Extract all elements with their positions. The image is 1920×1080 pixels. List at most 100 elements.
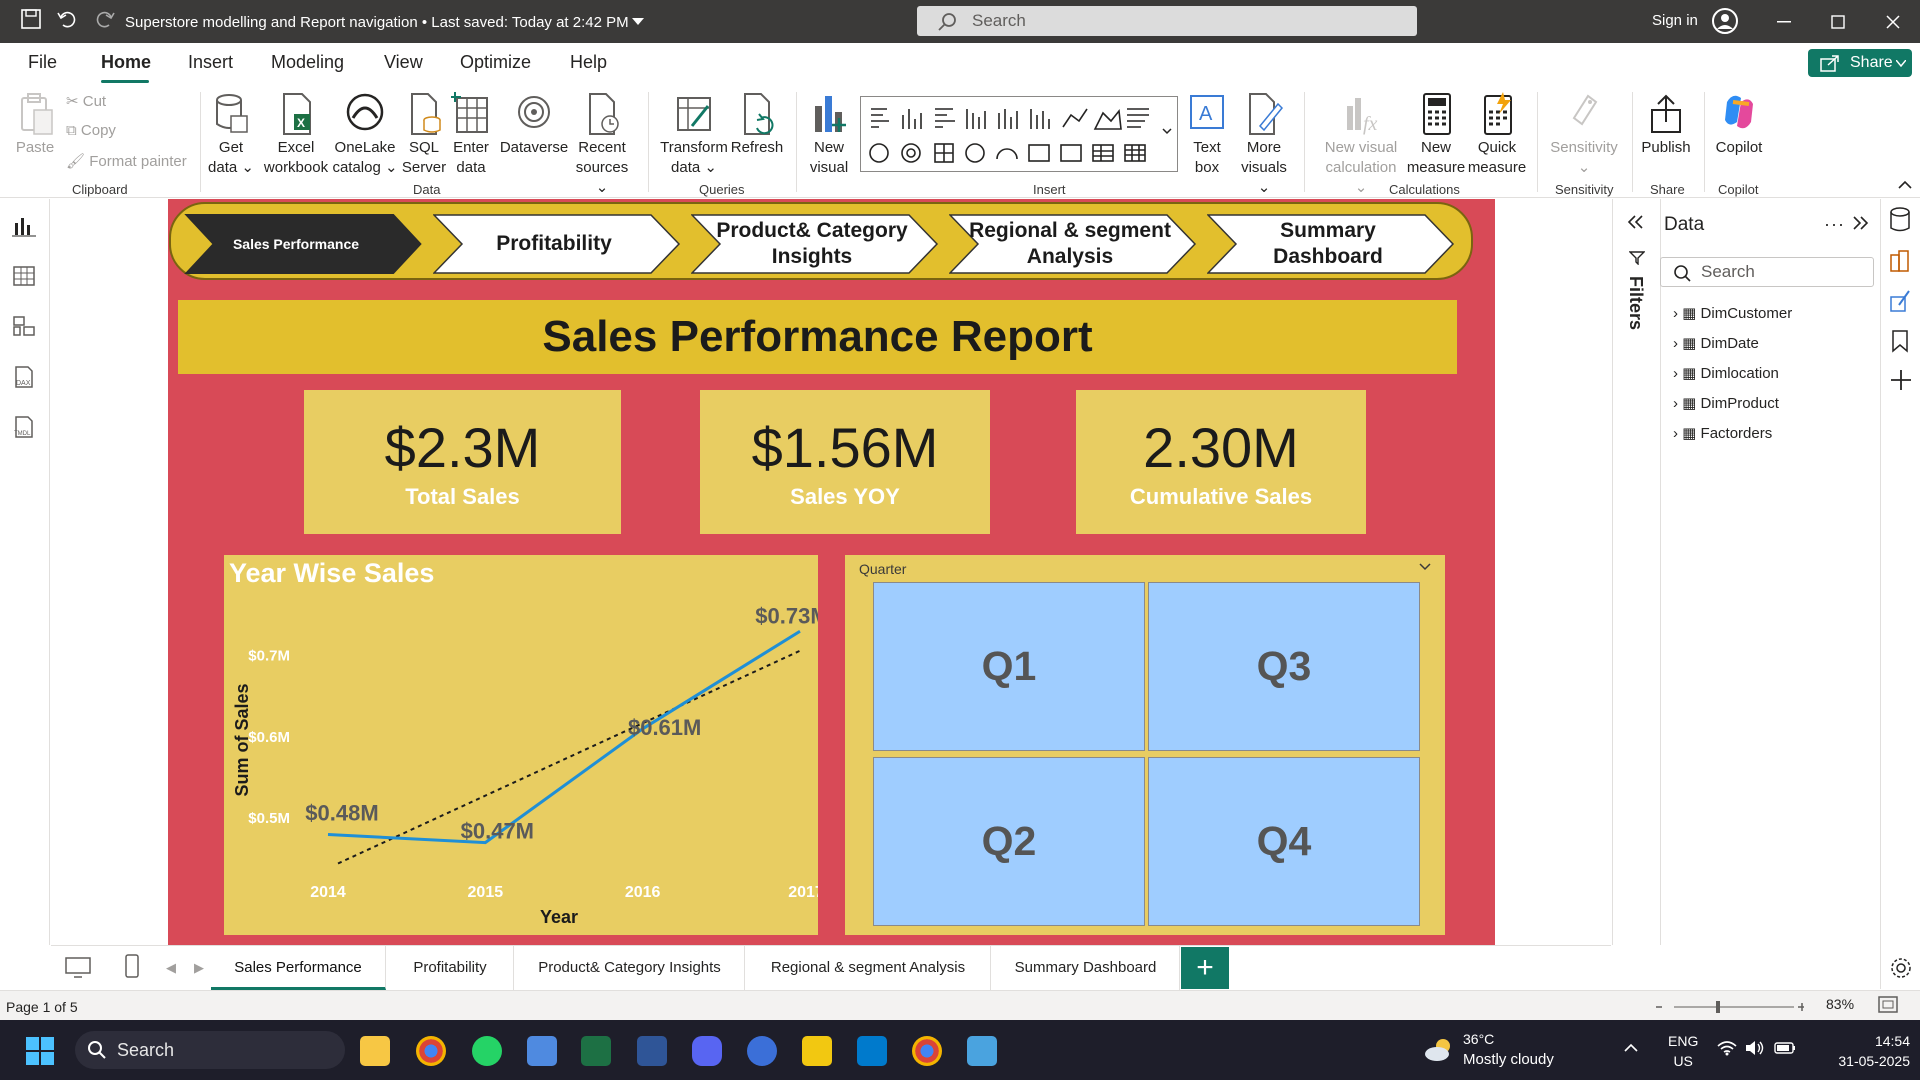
copy-button[interactable]: ⧉ Copy — [66, 122, 116, 139]
discord-icon[interactable] — [692, 1036, 722, 1066]
cut-button[interactable]: ✂ Cut — [66, 92, 106, 110]
kpi-card-cumulative-sales[interactable]: 2.30M Cumulative Sales — [1076, 390, 1366, 534]
refresh-button[interactable]: Refresh — [730, 92, 784, 158]
new-visual-button[interactable]: New visual — [804, 92, 854, 178]
fit-to-page-icon[interactable] — [1878, 996, 1898, 1014]
clock[interactable]: 14:54 31-05-2025 — [1810, 1031, 1910, 1071]
app-icon[interactable] — [527, 1036, 557, 1066]
report-title-box[interactable]: Sales Performance Report — [178, 300, 1457, 374]
new-measure-button[interactable]: New measure — [1406, 92, 1466, 178]
app-icon[interactable] — [747, 1036, 777, 1066]
menu-view[interactable]: View — [384, 52, 423, 73]
tmdl-view-icon[interactable]: TMDL — [12, 415, 36, 439]
table-item-dimlocation[interactable]: › ▦ Dimlocation — [1673, 364, 1779, 382]
add-icon[interactable] — [1890, 369, 1912, 391]
page-tab-summary-dashboard[interactable]: Summary Dashboard — [992, 946, 1180, 990]
menu-optimize[interactable]: Optimize — [460, 52, 531, 73]
whatsapp-icon[interactable] — [472, 1036, 502, 1066]
maximize-icon[interactable] — [1831, 15, 1845, 29]
format-pane-icon[interactable] — [1889, 289, 1911, 313]
scroll-right-icon[interactable]: ▶ — [194, 960, 204, 976]
share-button[interactable]: Share — [1808, 49, 1912, 77]
weather-description[interactable]: Mostly cloudy — [1463, 1051, 1554, 1068]
copilot-button[interactable]: Copilot — [1712, 92, 1766, 158]
line-chart[interactable]: $0.5M $0.6M $0.7M 2014 2015 2016 2017 Year Sum o… — [224, 555, 818, 935]
data-search-input[interactable]: Search — [1660, 257, 1874, 287]
data-pane-icon[interactable] — [1889, 207, 1911, 233]
model-view-icon[interactable] — [12, 315, 36, 337]
enter-data-button[interactable]: Enter data — [448, 92, 494, 178]
menu-help[interactable]: Help — [570, 52, 607, 73]
vscode-icon[interactable] — [857, 1036, 887, 1066]
battery-icon[interactable] — [1774, 1042, 1796, 1054]
wifi-icon[interactable] — [1717, 1040, 1737, 1056]
kpi-card-sales-yoy[interactable]: $1.56M Sales YOY — [700, 390, 990, 534]
page-tab-product-category[interactable]: Product& Category Insights — [515, 946, 745, 990]
table-item-dimcustomer[interactable]: › ▦ DimCustomer — [1673, 304, 1792, 322]
zoom-slider[interactable] — [1654, 1000, 1804, 1014]
redo-icon[interactable] — [94, 8, 116, 30]
visualizations-pane-icon[interactable] — [1889, 249, 1911, 273]
file-explorer-icon[interactable] — [360, 1036, 390, 1066]
slicer-tile-q3[interactable]: Q3 — [1148, 582, 1420, 751]
app-icon[interactable] — [637, 1036, 667, 1066]
minimize-icon[interactable] — [1777, 21, 1791, 23]
search-box[interactable]: Search — [917, 6, 1417, 36]
slicer-tile-q4[interactable]: Q4 — [1148, 757, 1420, 926]
table-item-dimproduct[interactable]: › ▦ DimProduct — [1673, 394, 1779, 412]
table-item-factorders[interactable]: › ▦ Factorders — [1673, 424, 1772, 442]
table-view-icon[interactable] — [12, 265, 36, 287]
collapse-data-pane-icon[interactable] — [1852, 216, 1870, 230]
close-icon[interactable] — [1886, 15, 1900, 29]
more-options-icon[interactable]: ··· — [1824, 214, 1845, 235]
chevron-down-icon[interactable] — [1419, 563, 1431, 571]
visuals-gallery[interactable] — [860, 96, 1178, 172]
desktop-layout-icon[interactable] — [64, 956, 92, 978]
bookmark-icon[interactable] — [1891, 329, 1909, 353]
recent-sources-button[interactable]: Recent sources ⌄ — [568, 92, 636, 198]
taskbar-search[interactable]: Search — [75, 1031, 345, 1069]
dax-query-view-icon[interactable]: DAX — [12, 365, 36, 389]
report-view-icon[interactable] — [12, 215, 36, 237]
account-icon[interactable] — [1712, 8, 1738, 34]
chart-type-icons[interactable] — [861, 97, 1177, 171]
more-visuals-button[interactable]: More visuals ⌄ — [1234, 92, 1294, 198]
language-indicator[interactable]: ENG US — [1668, 1031, 1698, 1071]
menu-file[interactable]: File — [28, 52, 57, 73]
windows-start-icon[interactable] — [26, 1037, 54, 1065]
excel-workbook-button[interactable]: X Excel workbook — [260, 92, 332, 178]
chevron-up-icon[interactable] — [1624, 1043, 1638, 1053]
text-box-button[interactable]: A Text box — [1184, 92, 1230, 178]
page-tab-regional-segment[interactable]: Regional & segment Analysis — [746, 946, 991, 990]
settings-icon[interactable] — [1890, 957, 1912, 979]
table-item-dimdate[interactable]: › ▦ DimDate — [1673, 334, 1759, 352]
page-tab-sales-performance[interactable]: Sales Performance — [211, 946, 386, 990]
collapse-ribbon-icon[interactable] — [1898, 180, 1912, 190]
paste-button[interactable]: Paste — [12, 92, 58, 158]
chrome-profile-icon[interactable] — [912, 1036, 942, 1066]
publish-button[interactable]: Publish — [1640, 92, 1692, 158]
dataverse-button[interactable]: Dataverse — [498, 92, 570, 158]
sensitivity-button[interactable]: Sensitivity ⌄ — [1544, 92, 1624, 178]
slicer-tile-q2[interactable]: Q2 — [873, 757, 1145, 926]
get-data-button[interactable]: Get data ⌄ — [206, 92, 256, 178]
sign-in-link[interactable]: Sign in — [1652, 12, 1698, 29]
add-page-button[interactable]: + — [1181, 947, 1229, 989]
document-title[interactable]: Superstore modelling and Report navigati… — [125, 14, 629, 31]
mobile-layout-icon[interactable] — [124, 954, 140, 978]
menu-modeling[interactable]: Modeling — [271, 52, 344, 73]
chevron-down-icon[interactable] — [632, 18, 644, 26]
excel-icon[interactable] — [581, 1036, 611, 1066]
scroll-left-icon[interactable]: ◀ — [166, 960, 176, 976]
undo-icon[interactable] — [56, 8, 78, 30]
sql-server-button[interactable]: SQL Server — [400, 92, 448, 178]
menu-home[interactable]: Home — [101, 52, 151, 73]
save-icon[interactable] — [20, 8, 42, 30]
slicer-tile-q1[interactable]: Q1 — [873, 582, 1145, 751]
transform-data-button[interactable]: Transform data ⌄ — [658, 92, 730, 178]
onelake-catalog-button[interactable]: OneLake catalog ⌄ — [332, 92, 398, 178]
zoom-level[interactable]: 83% — [1826, 996, 1854, 1012]
volume-icon[interactable] — [1745, 1040, 1765, 1056]
expand-filters-icon[interactable] — [1627, 215, 1645, 229]
menu-insert[interactable]: Insert — [188, 52, 233, 73]
